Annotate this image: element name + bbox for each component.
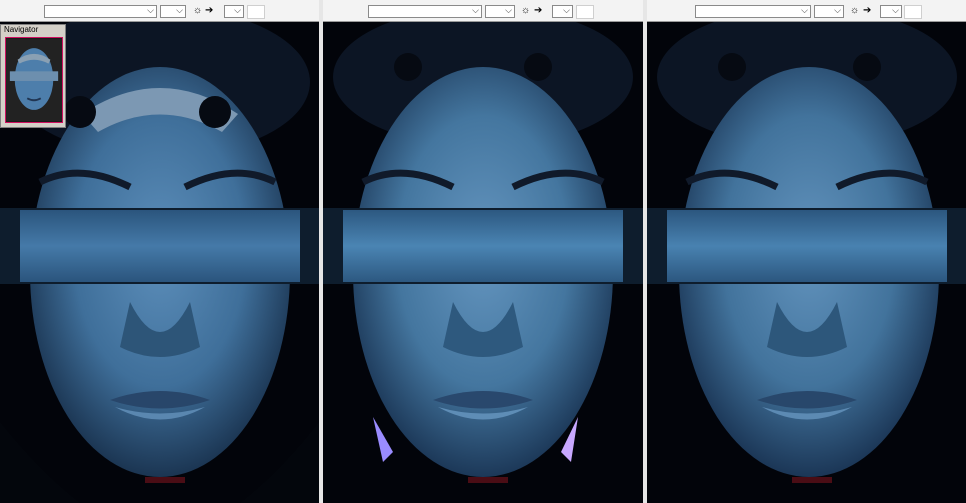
brightness-icon[interactable]: ☼ <box>193 5 202 18</box>
pane-toolbar: ⌵ ⌵ ☼ ➔ ⌵ <box>647 0 966 22</box>
chevron-down-icon: ⌵ <box>147 5 154 15</box>
pane-toolbar: ⌵ ⌵ ☼ ➔ ⌵ <box>323 0 643 22</box>
chevron-down-icon: ⌵ <box>892 5 899 15</box>
chevron-down-icon: ⌵ <box>472 5 479 15</box>
uv-face-photo[interactable] <box>323 22 643 503</box>
blank-button[interactable] <box>576 5 594 19</box>
image-select-dropdown[interactable]: ⌵ <box>695 5 811 18</box>
navigator-title: Navigator <box>1 25 65 35</box>
mode-select-dropdown[interactable]: ⌵ <box>160 5 186 18</box>
arrow-right-icon[interactable]: ➔ <box>863 5 871 18</box>
chevron-down-icon: ⌵ <box>234 5 241 15</box>
arrow-right-icon[interactable]: ➔ <box>534 5 542 18</box>
navigator-panel[interactable]: Navigator <box>0 24 66 128</box>
mode-select-dropdown[interactable]: ⌵ <box>814 5 844 18</box>
brightness-icon[interactable]: ☼ <box>521 5 530 18</box>
blank-button[interactable] <box>247 5 265 19</box>
image-pane-right[interactable]: ⌵ ⌵ ☼ ➔ ⌵ <box>647 0 966 503</box>
chevron-down-icon: ⌵ <box>176 5 183 15</box>
navigator-thumbnail[interactable] <box>5 37 63 123</box>
chevron-down-icon: ⌵ <box>801 5 808 15</box>
zoom-select-dropdown[interactable]: ⌵ <box>224 5 244 18</box>
pane-toolbar: ⌵ ⌵ ☼ ➔ ⌵ <box>0 0 319 22</box>
image-pane-left[interactable]: ⌵ ⌵ ☼ ➔ ⌵ Navigator <box>0 0 319 503</box>
image-select-dropdown[interactable]: ⌵ <box>44 5 157 18</box>
image-pane-middle[interactable]: ⌵ ⌵ ☼ ➔ ⌵ <box>323 0 643 503</box>
arrow-right-icon[interactable]: ➔ <box>205 5 213 18</box>
chevron-down-icon: ⌵ <box>505 5 512 15</box>
zoom-select-dropdown[interactable]: ⌵ <box>880 5 902 18</box>
image-select-dropdown[interactable]: ⌵ <box>368 5 482 18</box>
zoom-select-dropdown[interactable]: ⌵ <box>552 5 573 18</box>
brightness-icon[interactable]: ☼ <box>850 5 859 18</box>
chevron-down-icon: ⌵ <box>563 5 570 15</box>
chevron-down-icon: ⌵ <box>834 5 841 15</box>
mode-select-dropdown[interactable]: ⌵ <box>485 5 515 18</box>
blank-button[interactable] <box>904 5 922 19</box>
uv-face-photo[interactable] <box>647 22 966 503</box>
